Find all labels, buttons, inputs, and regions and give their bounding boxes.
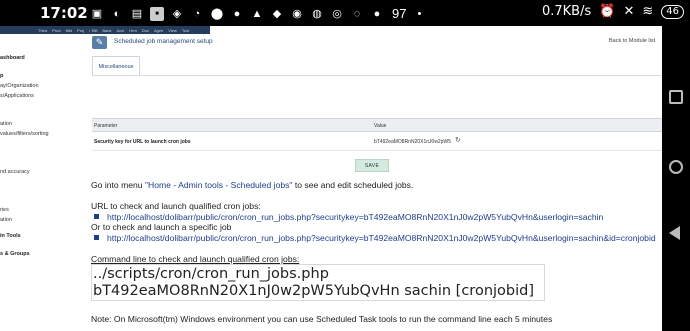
command-line-path: ../scripts/cron/cron_run_jobs.php [93,266,329,282]
cron-url-specific-link[interactable]: http://localhost/dolibarr/public/cron/cr… [107,233,656,243]
command-line-label: Command line to check and launch qualifi… [91,254,300,264]
menu-item[interactable]: Tool [182,28,189,33]
sidebar-item[interactable]: p [0,73,3,79]
sidebar-item[interactable]: ay/Organization [0,83,39,89]
menu-item[interactable]: Third [38,28,47,33]
notification-count: 97 [392,6,407,21]
mute-icon: ✕ [623,4,635,19]
tools-icon: ✎ [92,36,107,49]
menu-item[interactable]: Doc [142,28,149,33]
tab-miscellaneous[interactable]: Miscellaneous [92,56,140,76]
menu-item[interactable]: View [168,28,177,33]
command-line-box[interactable]: ../scripts/cron/cron_run_jobs.php bT492e… [91,264,545,301]
cron-url-specific-line: http://localhost/dolibarr/public/cron/cr… [94,233,656,243]
save-button[interactable]: SAVE [355,159,389,172]
notification-icon: ◐ [113,7,121,20]
or-label: Or to check and launch a specific job [91,222,232,232]
column-header-value: Value [374,123,387,129]
command-line-args: bT492eaMO8RnN20X1nJ0w2pW5YubQvHn sachin … [93,283,534,299]
sidebar-item[interactable]: ation [0,217,12,223]
notification-icon: ▲ [251,7,263,20]
windows-note: Note: On Microsoft(tm) Windows environme… [91,314,553,324]
table-row: Security key for URL to launch cron jobs… [92,133,662,151]
menu-item[interactable]: Bank [102,28,111,33]
notification-icons: ▣ ◐ ▤ ■ ◈ ◔ ⬤ ● ▲ ◆ ◉ ◍ ◎ ◌ ● 97 • [90,6,426,21]
sidebar-item[interactable]: nd accuracy [0,169,30,175]
android-nav-bar [662,26,690,331]
wifi-icon: ≋ [642,4,654,19]
back-icon[interactable] [669,226,680,240]
recent-apps-icon[interactable] [669,90,683,104]
left-sidebar: ashboard p ay/Organization s/Application… [0,34,86,331]
web-viewport: Third Prod Mkt Proj Com Bill Bank Acct H… [0,26,662,331]
notification-icon: ⬤ [210,8,224,20]
top-menu-items: Third Prod Mkt Proj Com [38,26,98,34]
security-key-value[interactable]: bT492eaMO8RnN20X1nJ0w2pW5 [374,139,451,145]
menu-item[interactable]: Agen [154,28,163,33]
link-bullet-icon [94,214,99,220]
notification-icon: ◍ [312,8,322,20]
sidebar-item[interactable]: ashboard [0,55,25,61]
intro-suffix: to see and edit scheduled jobs. [292,180,414,190]
sidebar-item[interactable]: ation [0,121,12,127]
sidebar-item-admin-tools[interactable]: in Tools [0,233,21,239]
tab-divider [92,75,662,76]
menu-item[interactable]: Acct [116,28,124,33]
param-label: Security key for URL to launch cron jobs [94,139,191,145]
notification-icon: ◉ [292,8,302,20]
sidebar-item[interactable]: s/Applications [0,93,34,99]
notification-icon: ◆ [272,8,282,20]
page-header: ✎ Scheduled job management setup Back to… [92,34,662,56]
back-to-module-list-link[interactable]: Back to Module list [609,38,655,44]
scheduled-jobs-menu-link[interactable]: "Home - Admin tools - Scheduled jobs" [145,180,293,190]
notification-icon: ▣ [91,8,103,20]
regenerate-key-icon[interactable]: ↻ [455,136,461,144]
notification-icon: ◎ [332,8,342,20]
more-notifications-icon: • [417,7,422,20]
home-icon[interactable] [669,160,683,174]
menu-item[interactable]: Bill [92,28,97,33]
notification-icon: ● [373,7,381,20]
menu-item[interactable]: Prod [52,28,60,33]
intro-prefix: Go into menu [91,180,145,190]
sidebar-item-users-groups[interactable]: s & Groups [0,251,30,257]
notification-icon: ◌ [353,7,361,20]
status-time: 17:02 [40,4,88,22]
column-header-parameter: Parameter [94,123,118,129]
network-speed: 0.7KB/s [541,4,592,19]
top-menu-extension: Bill Bank Acct Hrm Doc Agen View Tool [90,26,210,34]
url-label: URL to check and launch qualified cron j… [91,201,261,211]
top-menu: Third Prod Mkt Proj Com [0,26,98,34]
intro-text: Go into menu "Home - Admin tools - Sched… [91,180,413,190]
android-status-bar: 17:02 ▣ ◐ ▤ ■ ◈ ◔ ⬤ ● ▲ ◆ ◉ ◍ ◎ ◌ ● 97 •… [0,0,690,26]
menu-item[interactable]: Proj [77,28,84,33]
notification-icon: ● [233,7,241,20]
status-right: 0.7KB/s ⏰ ✕ ≋ 46 [542,4,684,19]
sidebar-item[interactable]: values/filters/sorting [0,131,49,137]
notification-icon: ▤ [131,8,143,20]
sidebar-item[interactable]: ries [0,207,9,213]
page-title: Scheduled job management setup [114,38,213,45]
notification-icon: ◔ [193,7,201,20]
notification-icon: ■ [150,6,164,21]
alarm-icon: ⏰ [599,4,616,19]
cron-url-line: http://localhost/dolibarr/public/cron/cr… [94,212,603,222]
menu-item[interactable]: Hrm [129,28,137,33]
top-menu-items-right: Bill Bank Acct Hrm Doc Agen View Tool [92,26,189,34]
notification-icon: ◈ [172,8,182,20]
menu-item[interactable]: Mkt [66,28,72,33]
cron-url-link[interactable]: http://localhost/dolibarr/public/cron/cr… [107,212,603,222]
battery-icon: 46 [661,4,684,19]
table-header: Parameter Value [92,118,662,132]
link-bullet-icon [94,235,99,241]
